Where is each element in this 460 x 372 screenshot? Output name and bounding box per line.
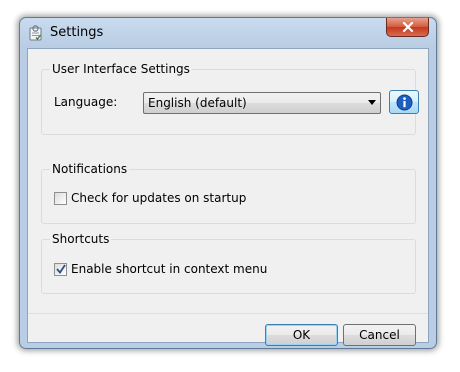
- language-select[interactable]: English (default): [143, 92, 381, 114]
- check-updates-checkbox[interactable]: [54, 192, 67, 205]
- checkmark-icon: [56, 264, 66, 274]
- shortcuts-group: Shortcuts Enable shortcut in context men…: [41, 232, 416, 294]
- title-bar[interactable]: Settings: [20, 18, 436, 48]
- close-button[interactable]: [386, 18, 429, 37]
- notifications-group: Notifications Check for updates on start…: [41, 162, 416, 224]
- context-menu-label[interactable]: Enable shortcut in context menu: [71, 262, 267, 276]
- close-icon: [402, 22, 414, 32]
- context-menu-checkbox[interactable]: [54, 263, 67, 276]
- notifications-legend: Notifications: [50, 162, 130, 176]
- settings-app-icon: [28, 25, 44, 41]
- chevron-down-icon: [368, 100, 376, 105]
- language-info-button[interactable]: [389, 90, 419, 114]
- language-label: Language:: [54, 95, 118, 109]
- ui-settings-legend: User Interface Settings: [50, 62, 192, 76]
- ok-button[interactable]: OK: [265, 324, 338, 346]
- language-select-value: English (default): [148, 96, 247, 110]
- shortcuts-legend: Shortcuts: [50, 232, 112, 246]
- info-icon: [396, 94, 413, 111]
- dialog-client-area: User Interface Settings Language: Englis…: [27, 48, 429, 346]
- check-updates-label[interactable]: Check for updates on startup: [71, 191, 246, 205]
- ui-settings-group: User Interface Settings Language: Englis…: [41, 62, 419, 135]
- window-title: Settings: [50, 25, 104, 40]
- cancel-button[interactable]: Cancel: [343, 324, 416, 346]
- button-row-separator: [28, 313, 428, 314]
- settings-window: Settings User Interface Settings Languag…: [19, 17, 437, 349]
